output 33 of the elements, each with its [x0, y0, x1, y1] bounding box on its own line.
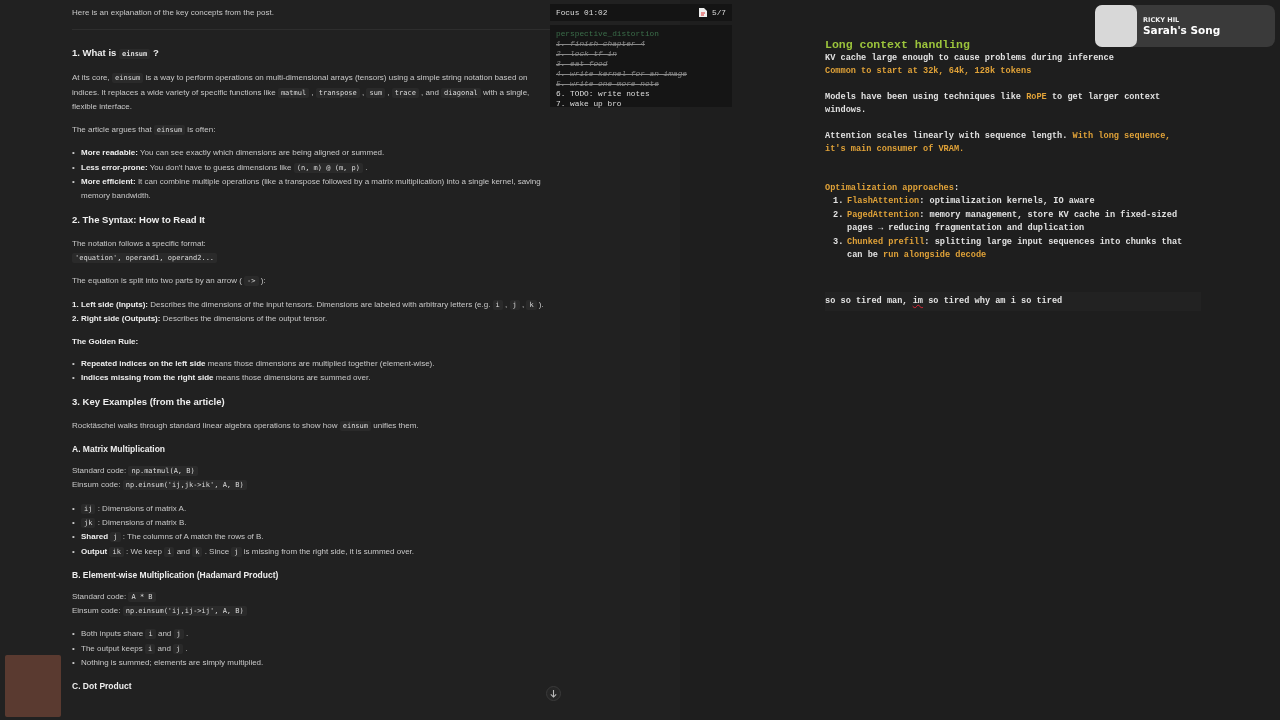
- subsection-heading: A. Matrix Multiplication: [72, 443, 167, 457]
- section-heading: 3. Key Examples (from the article): [72, 394, 226, 409]
- bold-label: The Golden Rule:: [72, 336, 140, 349]
- note-line: Models have been using techniques like RoPE to get larger context windows.: [825, 91, 1162, 117]
- list-item: • Repeated indices on the left side means those dimensions are multiplied together (element-wise).: [72, 358, 436, 371]
- paragraph: Here is an explanation of the key concepts from the post.: [72, 7, 275, 19]
- paragraph: The notation follows a specific format:: [72, 237, 207, 250]
- note-line: Optimalization approaches:: [825, 182, 961, 195]
- list-number: 1.: [832, 195, 845, 208]
- arrow-down-icon: [549, 689, 558, 698]
- list-item: • More readable: You can see exactly which dimensions are being aligned or summed.: [72, 147, 386, 160]
- list-number: 2.: [832, 208, 845, 222]
- song-title: Sarah's Song: [1143, 24, 1221, 36]
- scroll-down-button[interactable]: [546, 686, 561, 701]
- note-line: PagedAttention: memory management, store KV cache in fixed-sized pages → reducing fragmentation and duplication: [847, 208, 1179, 235]
- note-line: Chunked prefill: splitting large input sequences into chunks that can be run alongside decode: [847, 235, 1184, 262]
- document-icon: [698, 8, 707, 17]
- note-line: KV cache large enough to cause problems during inference: [825, 52, 1115, 65]
- note-line: Common to start at 32k, 64k, 128k tokens: [825, 65, 1033, 78]
- subsection-heading: C. Dot Product: [72, 680, 133, 694]
- note-heading: Long context handling: [825, 38, 971, 52]
- album-art-placeholder: [5, 655, 61, 717]
- section-heading: 2. The Syntax: How to Read It: [72, 212, 207, 227]
- note-line: Attention scales linearly with sequence length. With long sequence, it's main consumer of VRAM.: [825, 130, 1172, 156]
- note-line: FlashAttention: optimalization kernels, IO aware: [847, 195, 1096, 208]
- paragraph: 2. Right side (Outputs): Describes the dimensions of the output tensor.: [72, 312, 329, 325]
- text-input-field[interactable]: so so tired man, im so tired why am i so tired: [825, 291, 1201, 311]
- list-item: • More efficient: It can combine multiple operations (like a transpose followed by a matrix multiplication) into a single kernel, saving memory bandwidth.: [72, 176, 542, 203]
- list-number: 3.: [832, 235, 845, 249]
- album-cover-placeholder: [1095, 5, 1137, 47]
- list-item: • Indices missing from the right side means those dimensions are summed over.: [72, 372, 372, 385]
- subsection-heading: B. Element-wise Multiplication (Hadamard Product): [72, 568, 280, 582]
- list-item: • Nothing is summed; elements are simply multiplied.: [72, 657, 265, 669]
